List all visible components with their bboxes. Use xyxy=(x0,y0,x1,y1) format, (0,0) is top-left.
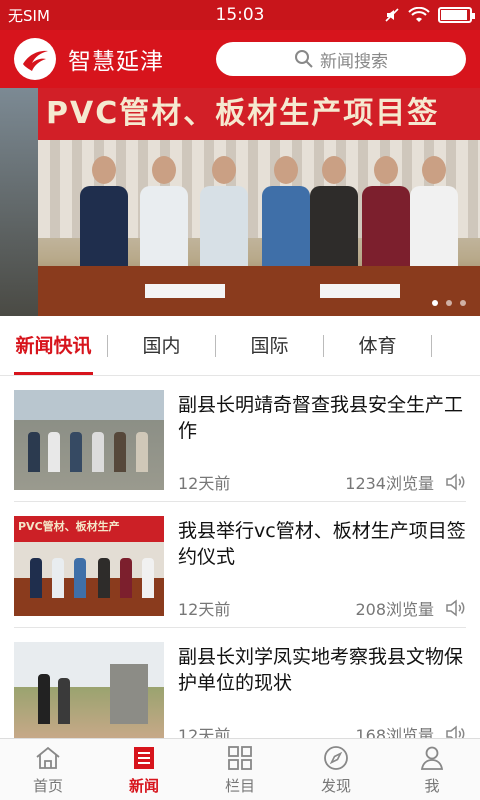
news-views: 1234浏览量 xyxy=(345,474,434,493)
nav-discover[interactable]: 发现 xyxy=(288,739,384,800)
news-icon xyxy=(134,746,154,769)
battery-icon xyxy=(438,7,475,23)
tab-divider xyxy=(431,334,432,357)
nav-news[interactable]: 新闻 xyxy=(96,739,192,800)
news-time: 12天前 xyxy=(178,474,231,493)
carousel-indicator xyxy=(432,300,466,306)
wifi-icon xyxy=(408,7,430,22)
news-views: 168浏览量 xyxy=(355,726,434,738)
speaker-icon[interactable] xyxy=(444,723,466,738)
tab-sports[interactable]: 体育 xyxy=(324,316,431,375)
news-time: 12天前 xyxy=(178,726,231,738)
news-time: 12天前 xyxy=(178,600,231,619)
carousel-dot[interactable] xyxy=(446,300,452,306)
search-placeholder: 新闻搜索 xyxy=(320,51,388,72)
clock: 15:03 xyxy=(215,5,265,25)
banner-person xyxy=(140,156,188,278)
nav-news-label: 新闻 xyxy=(128,776,159,795)
banner-signing-table xyxy=(38,266,480,316)
news-title[interactable]: 副县长明靖奇督查我县安全生产工作 xyxy=(178,392,466,448)
thumbnail-sign-text: PVC管材、板材生产 xyxy=(18,520,120,533)
app-logo xyxy=(14,38,56,80)
news-item[interactable]: 副县长明靖奇督查我县安全生产工作 12天前 1234浏览量 xyxy=(0,376,480,502)
nav-columns-label: 栏目 xyxy=(224,776,255,795)
banner-sign-text: PVC管材、板材生产项目签 xyxy=(38,88,480,140)
news-thumbnail xyxy=(14,390,164,490)
banner-person xyxy=(80,156,128,278)
mute-icon xyxy=(385,8,399,22)
banner-person xyxy=(200,156,248,278)
carrier-label: 无SIM xyxy=(8,6,50,25)
carousel-dot[interactable] xyxy=(432,300,438,306)
banner-prev-slide-edge xyxy=(0,88,38,316)
news-thumbnail xyxy=(14,642,164,738)
banner-person xyxy=(362,156,410,278)
search-icon xyxy=(295,50,313,68)
nav-home[interactable]: 首页 xyxy=(0,739,96,800)
category-tabs: 新闻快讯 国内 国际 体育 xyxy=(0,316,480,376)
nav-me-label: 我 xyxy=(424,776,440,795)
banner-person xyxy=(310,156,358,278)
compass-icon xyxy=(324,745,348,770)
app-title: 智慧延津 xyxy=(68,49,164,75)
banner-person xyxy=(262,156,310,278)
grid-icon xyxy=(228,745,252,770)
speaker-icon[interactable] xyxy=(444,471,466,493)
tab-international[interactable]: 国际 xyxy=(216,316,323,375)
user-icon xyxy=(420,746,444,770)
bottom-navigation: 首页 新闻 栏目 发现 我 xyxy=(0,738,480,800)
app-header: 智慧延津 新闻搜索 xyxy=(0,30,480,88)
news-item[interactable]: PVC管材、板材生产 我县举行vc管材、板材生产项目签约仪式 12天前 208浏… xyxy=(0,502,480,628)
tab-domestic[interactable]: 国内 xyxy=(108,316,215,375)
nav-columns[interactable]: 栏目 xyxy=(192,739,288,800)
nav-home-label: 首页 xyxy=(32,776,63,795)
news-thumbnail: PVC管材、板材生产 xyxy=(14,516,164,616)
banner-document xyxy=(145,284,225,298)
search-input[interactable]: 新闻搜索 xyxy=(216,42,466,76)
news-views: 208浏览量 xyxy=(355,600,434,619)
speaker-icon[interactable] xyxy=(444,597,466,619)
news-item[interactable]: 副县长刘学凤实地考察我县文物保护单位的现状 12天前 168浏览量 xyxy=(0,628,480,738)
nav-me[interactable]: 我 xyxy=(384,739,480,800)
banner-document xyxy=(320,284,400,298)
carousel-dot[interactable] xyxy=(460,300,466,306)
nav-discover-label: 发现 xyxy=(320,776,351,795)
status-bar: 无SIM 15:03 xyxy=(0,0,480,30)
news-list: 副县长明靖奇督查我县安全生产工作 12天前 1234浏览量 PVC管材、板材生产… xyxy=(0,376,480,738)
banner-carousel[interactable]: PVC管材、板材生产项目签 xyxy=(0,88,480,316)
news-title[interactable]: 我县举行vc管材、板材生产项目签约仪式 xyxy=(178,518,466,574)
banner-person xyxy=(410,156,458,278)
tab-news-flash[interactable]: 新闻快讯 xyxy=(0,316,107,375)
home-icon xyxy=(36,746,60,769)
news-title[interactable]: 副县长刘学凤实地考察我县文物保护单位的现状 xyxy=(178,644,466,700)
